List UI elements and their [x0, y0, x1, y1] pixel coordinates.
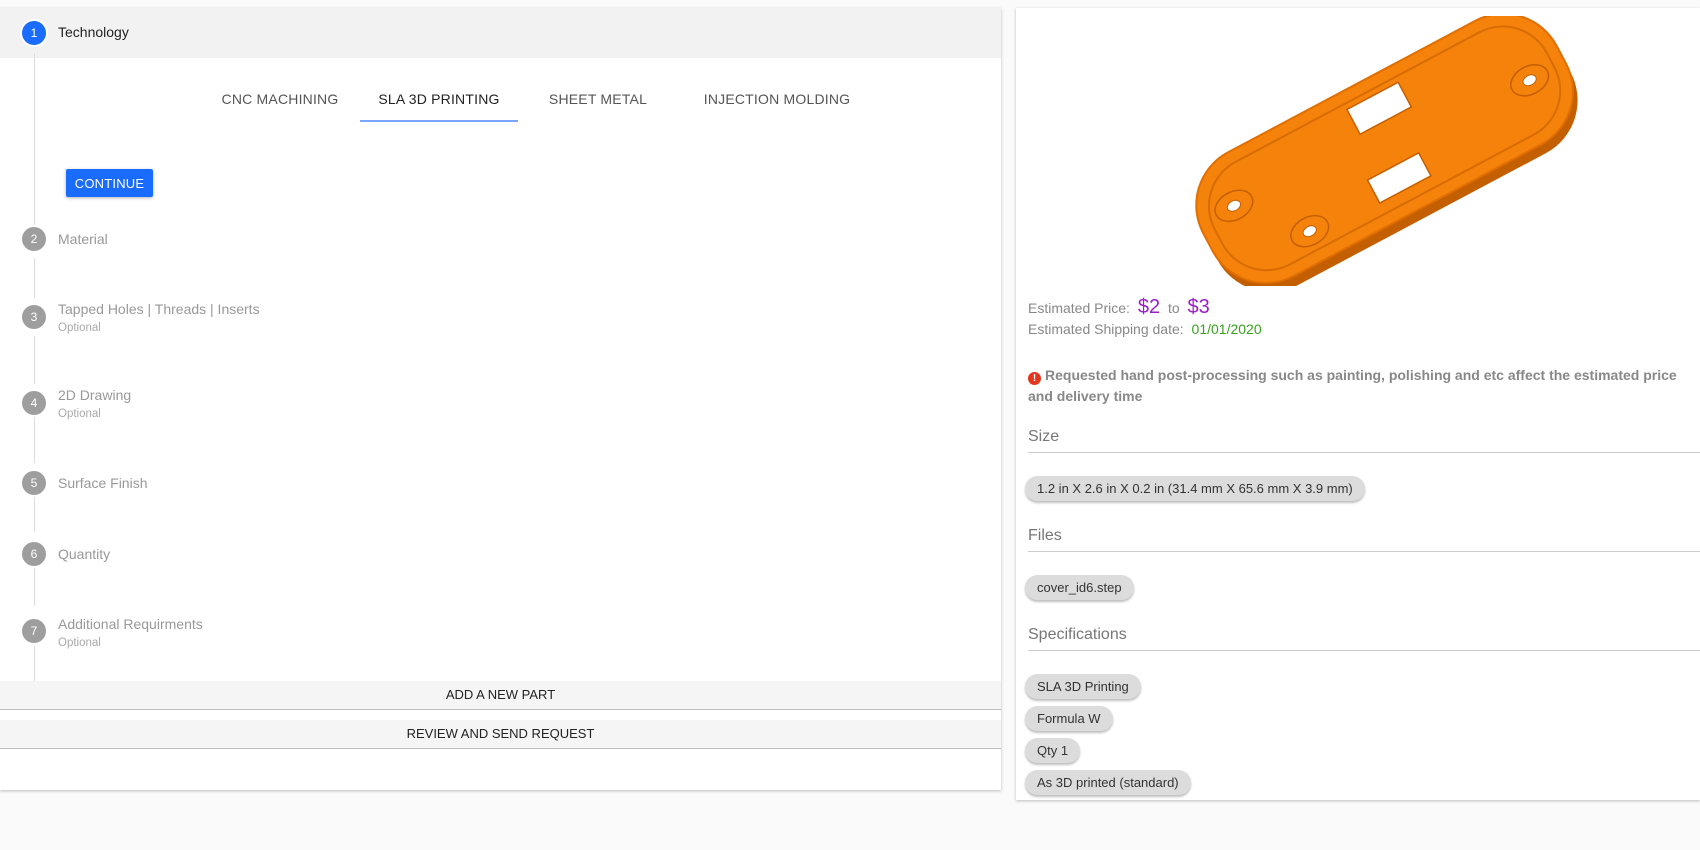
step-1-title[interactable]: Technology — [58, 24, 129, 40]
size-section-title: Size — [1028, 428, 1700, 453]
step-connector — [34, 566, 35, 606]
part-3d-preview[interactable] — [1166, 16, 1606, 286]
step-6-number[interactable]: 6 — [22, 542, 46, 566]
price-max: $3 — [1187, 296, 1210, 318]
step-3-optional: Optional — [58, 322, 101, 334]
spec-chip-technology: SLA 3D Printing — [1025, 674, 1141, 699]
spec-chip-finish: As 3D printed (standard) — [1025, 770, 1191, 795]
step-7-optional: Optional — [58, 637, 101, 649]
tab-sla-3d-printing[interactable]: SLA 3D PRINTING — [360, 69, 518, 122]
step-2-number[interactable]: 2 — [22, 227, 46, 251]
price-to-label: to — [1167, 300, 1180, 316]
step-1-number[interactable]: 1 — [22, 21, 46, 45]
step-4-number[interactable]: 4 — [22, 391, 46, 415]
step-connector — [34, 258, 35, 298]
step-7-title[interactable]: Additional Requirments — [58, 616, 203, 632]
info-icon: ! — [1028, 372, 1041, 385]
spec-chip-quantity: Qty 1 — [1025, 738, 1081, 763]
add-new-part-button[interactable]: ADD A NEW PART — [0, 681, 1001, 710]
tab-injection-molding[interactable]: INJECTION MOLDING — [678, 69, 876, 120]
file-chip[interactable]: cover_id6.step — [1025, 575, 1134, 600]
step-connector — [34, 336, 35, 384]
estimated-price-label: Estimated Price: — [1028, 300, 1130, 316]
part-summary-panel: Estimated Price: $2 to $3 Estimated Ship… — [1016, 8, 1700, 800]
estimated-price-row: Estimated Price: $2 to $3 — [1028, 296, 1210, 319]
specifications-section-title: Specifications — [1028, 626, 1700, 651]
step-header-technology[interactable] — [0, 8, 1001, 58]
step-6-title[interactable]: Quantity — [58, 546, 110, 562]
notice-text: Requested hand post-processing such as p… — [1028, 367, 1677, 404]
shipping-date-value: 01/01/2020 — [1191, 321, 1262, 337]
spec-chip-material: Formula W — [1025, 706, 1113, 731]
step-connector — [34, 53, 35, 225]
step-5-number[interactable]: 5 — [22, 471, 46, 495]
step-3-number[interactable]: 3 — [22, 305, 46, 329]
review-and-send-button[interactable]: REVIEW AND SEND REQUEST — [0, 720, 1001, 749]
step-connector — [34, 496, 35, 532]
configuration-stepper-panel: 1 Technology CNC MACHINING SLA 3D PRINTI… — [0, 8, 1001, 790]
step-7-number[interactable]: 7 — [22, 619, 46, 643]
step-3-title[interactable]: Tapped Holes | Threads | Inserts — [58, 301, 260, 317]
step-4-optional: Optional — [58, 408, 101, 420]
files-section-title: Files — [1028, 527, 1700, 552]
estimated-shipping-row: Estimated Shipping date: 01/01/2020 — [1028, 321, 1262, 337]
size-chip: 1.2 in X 2.6 in X 0.2 in (31.4 mm X 65.6… — [1025, 476, 1365, 501]
tab-cnc-machining[interactable]: CNC MACHINING — [200, 69, 360, 120]
step-connector — [34, 416, 35, 463]
step-2-title[interactable]: Material — [58, 231, 108, 247]
tab-sheet-metal[interactable]: SHEET METAL — [518, 69, 678, 120]
continue-button[interactable]: CONTINUE — [66, 169, 153, 197]
price-min: $2 — [1137, 296, 1161, 318]
step-5-title[interactable]: Surface Finish — [58, 475, 147, 491]
post-processing-notice: ! Requested hand post-processing such as … — [1028, 365, 1688, 407]
shipping-date-label: Estimated Shipping date: — [1028, 321, 1184, 337]
step-4-title[interactable]: 2D Drawing — [58, 387, 131, 403]
